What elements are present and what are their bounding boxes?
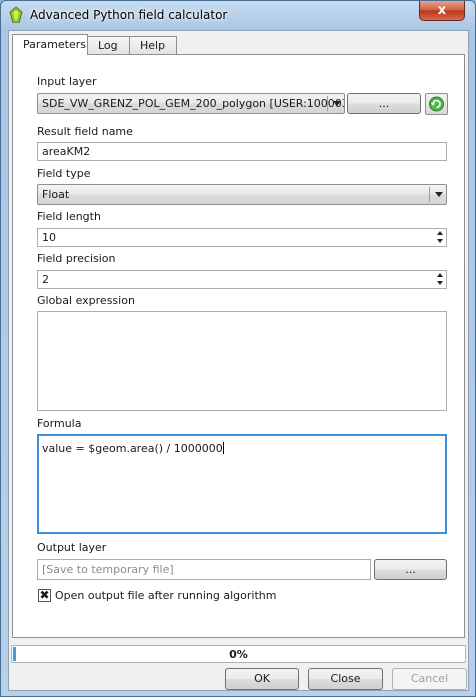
chevron-down-icon [333,101,341,106]
field-precision-spinbox[interactable]: 2 [37,270,447,289]
result-field-label: Result field name [37,125,133,138]
formula-textarea[interactable]: value = $geom.area() / 1000000 [37,434,447,534]
qgis-app-icon [9,7,23,23]
open-output-label[interactable]: Open output file after running algorithm [55,589,276,602]
output-layer-input[interactable]: [Save to temporary file] [37,559,371,580]
output-layer-browse-button[interactable]: ... [374,559,447,580]
spin-up-icon[interactable] [437,231,443,235]
dialog-client: Parameters Log Help Input layer SDE_VW_G… [8,30,469,691]
formula-label: Formula [37,417,82,430]
combo-separator [327,96,328,111]
field-type-value: Float [42,188,70,201]
text-caret [222,442,224,454]
green-refresh-icon [429,96,444,112]
close-button[interactable]: Close [308,668,383,690]
field-precision-value: 2 [42,273,49,286]
spin-buttons[interactable] [431,271,446,288]
field-type-label: Field type [37,167,91,180]
progress-bar: 0% [11,645,466,663]
global-expression-textarea[interactable] [37,311,447,411]
open-output-checkbox[interactable]: ✖ [38,589,51,602]
output-layer-placeholder: [Save to temporary file] [42,563,174,576]
input-layer-browse-button[interactable]: ... [347,93,421,114]
field-length-value: 10 [42,231,56,244]
ok-button[interactable]: OK [225,668,299,690]
field-length-label: Field length [37,210,101,223]
chevron-down-icon [435,192,443,197]
tab-help[interactable]: Help [129,36,177,54]
global-expression-label: Global expression [37,294,135,307]
input-layer-select[interactable]: SDE_VW_GRENZ_POL_GEM_200_polygon [USER:1… [37,93,345,114]
spin-buttons[interactable] [431,229,446,246]
field-length-spinbox[interactable]: 10 [37,228,447,247]
tab-parameters[interactable]: Parameters [12,34,88,55]
field-type-select[interactable]: Float [37,184,447,205]
cancel-button[interactable]: Cancel [392,668,467,690]
spin-down-icon[interactable] [437,281,443,285]
tab-log[interactable]: Log [87,36,130,54]
iterate-button[interactable] [425,93,448,115]
window-title: Advanced Python field calculator [30,8,228,22]
input-layer-value: SDE_VW_GRENZ_POL_GEM_200_polygon [USER:1… [42,97,345,110]
result-field-input[interactable]: areaKM2 [37,142,447,161]
field-precision-label: Field precision [37,252,116,265]
formula-text: value = $geom.area() / 1000000 [42,442,223,455]
window-close-button[interactable]: x [419,1,465,21]
spin-up-icon[interactable] [437,273,443,277]
output-layer-label: Output layer [37,541,107,554]
spin-down-icon[interactable] [437,239,443,243]
parameters-panel: Input layer SDE_VW_GRENZ_POL_GEM_200_pol… [12,54,465,638]
input-layer-label: Input layer [37,75,97,88]
combo-separator [429,187,430,202]
title-bar[interactable]: Advanced Python field calculator x [1,1,475,29]
progress-text: 0% [229,648,248,661]
dialog-window: Advanced Python field calculator x Param… [0,0,476,697]
